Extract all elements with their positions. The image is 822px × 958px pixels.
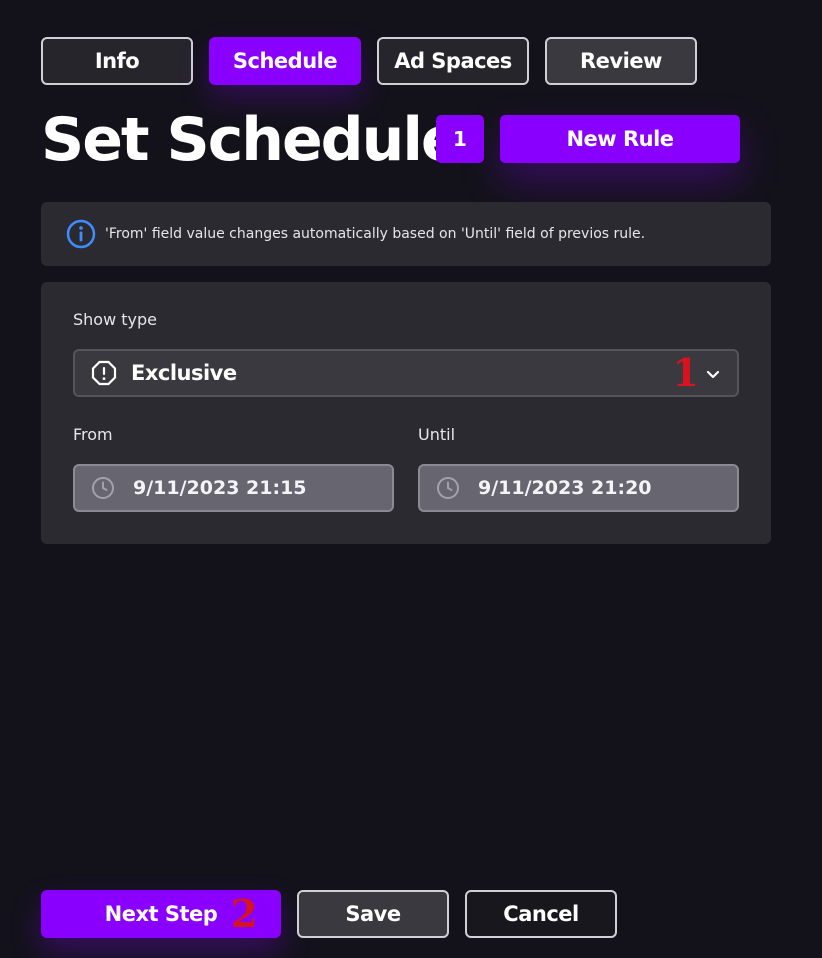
clock-icon	[92, 477, 114, 499]
info-icon	[66, 219, 96, 249]
tab-schedule[interactable]: Schedule	[209, 37, 361, 85]
from-date-value: 9/11/2023 21:15	[133, 477, 307, 499]
footer-actions: Next Step 2 Save Cancel	[41, 890, 617, 938]
show-type-value: Exclusive	[131, 361, 237, 385]
show-type-label: Show type	[73, 310, 157, 329]
next-step-label: Next Step	[104, 902, 218, 926]
info-text: 'From' field value changes automatically…	[105, 226, 646, 242]
new-rule-button[interactable]: New Rule	[500, 115, 740, 163]
exclamation-octagon-icon	[91, 360, 117, 386]
from-date-field[interactable]: 9/11/2023 21:15	[73, 464, 394, 512]
annotation-marker-2: 2	[231, 891, 257, 936]
tab-review[interactable]: Review	[545, 37, 697, 85]
annotation-marker-1: 1	[672, 350, 699, 395]
tab-ad-spaces[interactable]: Ad Spaces	[377, 37, 529, 85]
clock-icon	[437, 477, 459, 499]
next-step-button[interactable]: Next Step 2	[41, 890, 281, 938]
until-date-value: 9/11/2023 21:20	[478, 477, 652, 499]
rule-count-badge[interactable]: 1	[436, 115, 484, 163]
show-type-select[interactable]: Exclusive 1	[73, 349, 739, 397]
save-button[interactable]: Save	[297, 890, 449, 938]
chevron-down-icon[interactable]	[705, 366, 721, 382]
from-label: From	[73, 425, 113, 444]
step-tabs: Info Schedule Ad Spaces Review	[41, 37, 697, 85]
tab-info[interactable]: Info	[41, 37, 193, 85]
cancel-button[interactable]: Cancel	[465, 890, 617, 938]
until-date-field[interactable]: 9/11/2023 21:20	[418, 464, 739, 512]
info-notice: 'From' field value changes automatically…	[41, 202, 771, 266]
rule-panel: Show type Exclusive 1 From 9/11/2023 21:…	[41, 282, 771, 544]
until-label: Until	[418, 425, 456, 444]
page-title: Set Schedule	[41, 105, 462, 175]
